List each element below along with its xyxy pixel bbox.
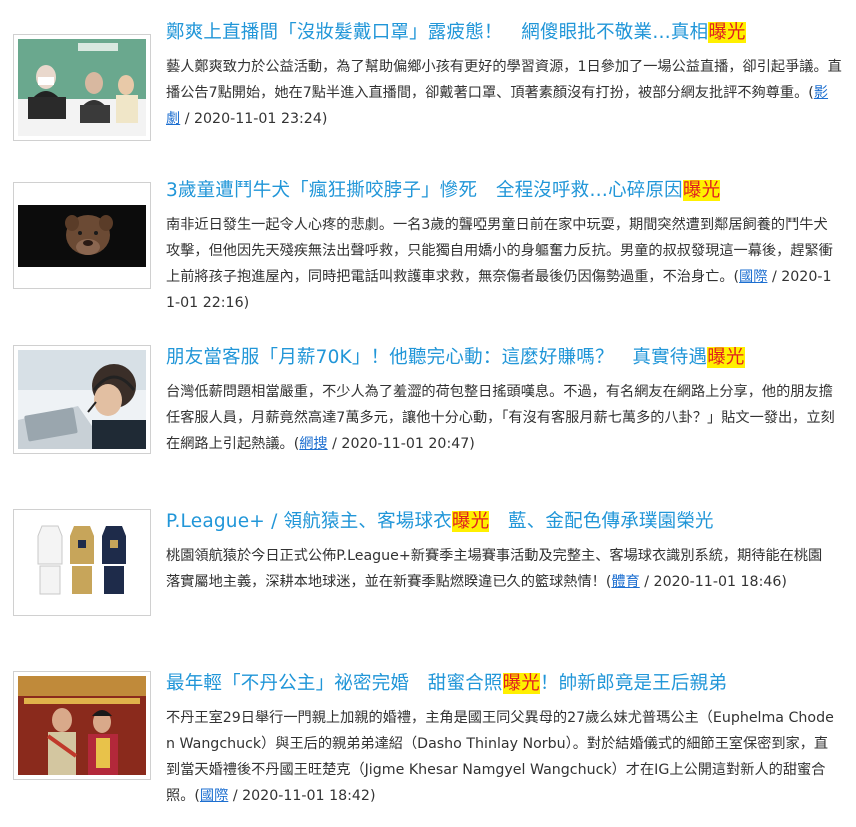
title-highlight[interactable]: 曝光	[707, 347, 745, 368]
call-center-photo[interactable]	[13, 345, 151, 454]
category-link[interactable]: 國際	[739, 269, 767, 285]
article-title[interactable]: 最年輕「不丹公主」祕密完婚 甜蜜合照曝光！帥新郎竟是王后親弟	[166, 671, 842, 697]
jerseys-photo[interactable]	[13, 509, 151, 616]
category-link[interactable]: 網搜	[299, 436, 327, 452]
summary-text: 藝人鄭爽致力於公益活動，為了幫助偏鄉小孩有更好的學習資源，1日參加了一場公益直播…	[166, 59, 842, 101]
title-part[interactable]: 3歲童遭鬥牛犬「瘋狂撕咬脖子」慘死 全程沒呼救…心碎原因	[166, 180, 683, 201]
summary-text: 台灣低薪問題相當嚴重，不少人為了羞澀的荷包整日搖頭嘆息。不過，有名網友在網路上分…	[166, 384, 835, 452]
timestamp: / 2020-11-01 20:47)	[327, 436, 475, 452]
title-part[interactable]: P.League+ / 領航猿主、客場球衣	[166, 511, 452, 532]
title-highlight[interactable]: 曝光	[708, 22, 746, 43]
category-link[interactable]: 體育	[611, 574, 639, 590]
timestamp: / 2020-11-01 18:42)	[228, 788, 376, 804]
article-title[interactable]: 3歲童遭鬥牛犬「瘋狂撕咬脖子」慘死 全程沒呼救…心碎原因曝光	[166, 178, 842, 204]
timestamp: / 2020-11-01 18:46)	[639, 574, 787, 590]
title-highlight[interactable]: 曝光	[451, 511, 490, 532]
article-summary: 不丹王室29日舉行一門親上加親的婚禮，主角是國王同父異母的27歲么妹尤普瑪公主（…	[166, 705, 838, 809]
royal-wedding-photo[interactable]	[13, 671, 151, 780]
title-highlight[interactable]: 曝光	[502, 673, 541, 694]
summary-text: 南非近日發生一起令人心疼的悲劇。一名3歲的聾啞男童日前在家中玩耍，期間突然遭到鄰…	[166, 217, 833, 285]
title-part[interactable]: 藍、金配色傳承璞園榮光	[489, 511, 714, 532]
article-title[interactable]: 鄭爽上直播間「沒妝髮戴口罩」露疲態！ 網傻眼批不敬業…真相曝光	[166, 20, 842, 46]
category-link[interactable]: 國際	[200, 788, 228, 804]
article-title[interactable]: 朋友當客服「月薪70K」！他聽完心動：這麼好賺嗎？ 真實待遇曝光	[166, 345, 842, 371]
article-summary: 南非近日發生一起令人心疼的悲劇。一名3歲的聾啞男童日前在家中玩耍，期間突然遭到鄰…	[166, 212, 838, 316]
title-part[interactable]: 最年輕「不丹公主」祕密完婚 甜蜜合照	[166, 673, 503, 694]
article-summary: 桃園領航猿於今日正式公佈P.League+新賽季主場賽事活動及完整主、客場球衣識…	[166, 543, 834, 595]
title-part[interactable]: 鄭爽上直播間「沒妝髮戴口罩」露疲態！ 網傻眼批不敬業…真相	[166, 22, 708, 43]
livestream-photo[interactable]	[13, 34, 151, 141]
article-summary: 藝人鄭爽致力於公益活動，為了幫助偏鄉小孩有更好的學習資源，1日參加了一場公益直播…	[166, 54, 842, 132]
article-title[interactable]: P.League+ / 領航猿主、客場球衣曝光 藍、金配色傳承璞園榮光	[166, 509, 842, 535]
title-part[interactable]: 朋友當客服「月薪70K」！他聽完心動：這麼好賺嗎？ 真實待遇	[166, 347, 707, 368]
title-part[interactable]: ！帥新郎竟是王后親弟	[540, 673, 727, 694]
pitbull-photo[interactable]	[13, 182, 151, 289]
timestamp: / 2020-11-01 23:24)	[180, 111, 328, 127]
title-highlight[interactable]: 曝光	[682, 180, 721, 201]
article-summary: 台灣低薪問題相當嚴重，不少人為了羞澀的荷包整日搖頭嘆息。不過，有名網友在網路上分…	[166, 379, 840, 457]
